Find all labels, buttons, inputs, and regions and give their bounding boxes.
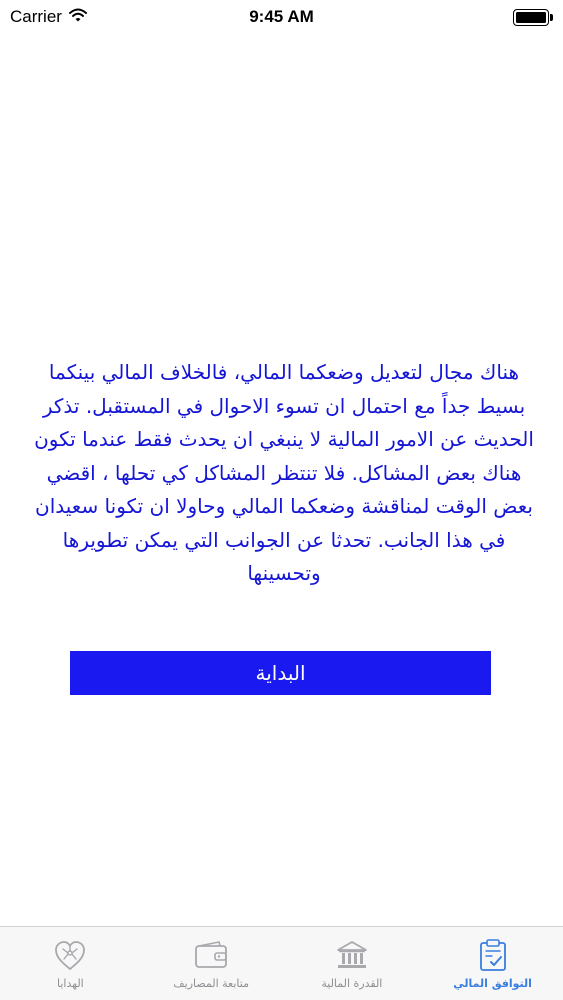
start-button[interactable]: البداية [70, 651, 491, 695]
status-bar: Carrier 9:45 AM [0, 0, 563, 34]
carrier-label: Carrier [10, 7, 62, 26]
compatibility-message: هناك مجال لتعديل وضعكما المالي، فالخلاف … [34, 360, 534, 585]
tab-label: التوافق المالي [453, 977, 532, 990]
bank-icon [332, 937, 372, 973]
clipboard-check-icon [473, 937, 513, 973]
wifi-icon [68, 7, 87, 27]
tab-expense-tracking[interactable]: متابعة المصاريف [141, 927, 282, 1000]
tab-gifts[interactable]: الهدايا [0, 927, 141, 1000]
tab-label: القدرة المالية [321, 977, 383, 990]
gift-heart-icon [50, 937, 90, 973]
carrier-group: Carrier [10, 7, 87, 27]
battery-icon [513, 8, 553, 26]
tab-bar: الهدايا متابعة المصاريف القدرة المالية ا… [0, 926, 563, 1000]
tab-label: متابعة المصاريف [173, 977, 249, 990]
wallet-icon [191, 937, 231, 973]
tab-financial-compatibility[interactable]: التوافق المالي [422, 927, 563, 1000]
tab-financial-ability[interactable]: القدرة المالية [282, 927, 423, 1000]
tab-label: الهدايا [57, 977, 84, 990]
